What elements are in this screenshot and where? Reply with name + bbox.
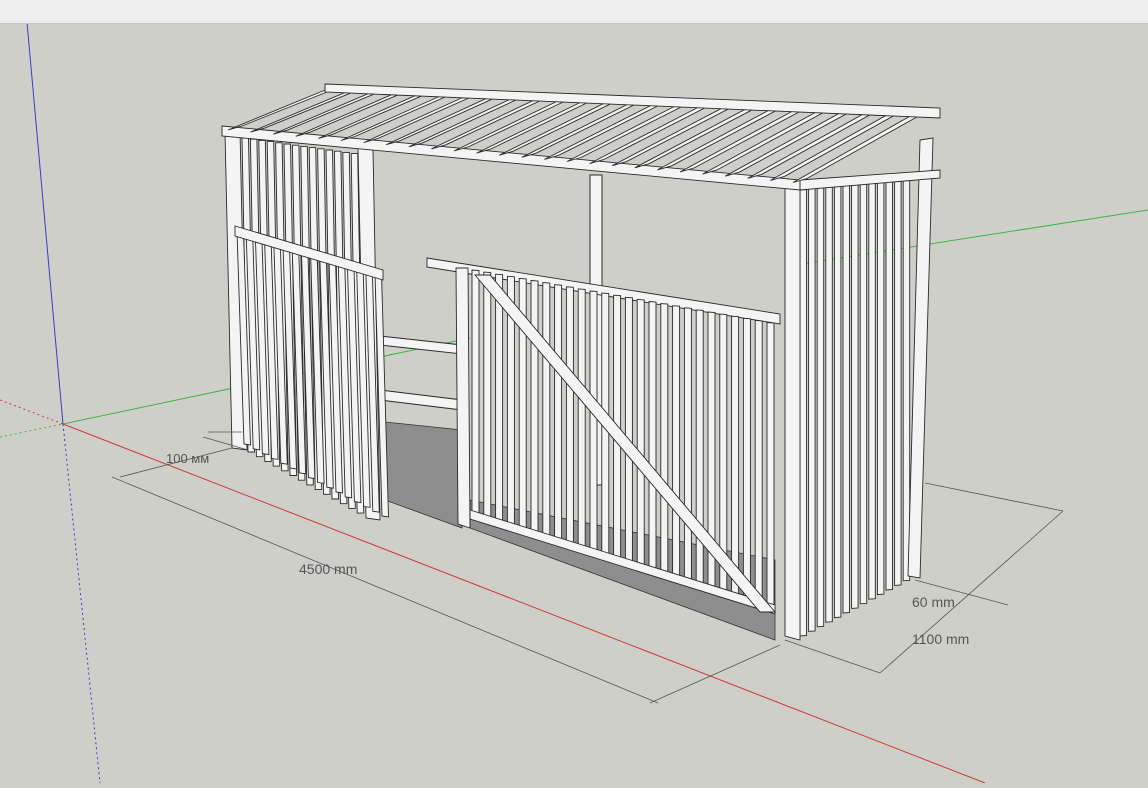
gate-slat [660, 303, 669, 574]
side-slat [833, 184, 842, 619]
dimension-label-depth: 1100 mm [912, 631, 969, 647]
toolbar-strip [0, 0, 1148, 24]
red-axis-hidden [0, 399, 64, 425]
roof-rib [566, 99, 697, 162]
roof-rib [657, 102, 791, 171]
gate-slat [530, 280, 539, 534]
blue-axis [24, 0, 64, 425]
roof-back-edge [324, 83, 941, 119]
gate-slat [471, 269, 480, 516]
roof-rib [521, 97, 649, 158]
roof-rib [544, 98, 673, 160]
side-slat [851, 182, 859, 609]
roof-rib [453, 94, 579, 152]
gate-slat [672, 305, 681, 578]
gate-slat [577, 288, 586, 549]
dimension-label-width: 4500 mm [299, 561, 357, 577]
right-gate[interactable] [426, 257, 781, 615]
axes [0, 0, 1148, 784]
side-slat [894, 176, 902, 586]
3d-viewport[interactable]: 4500 mm 1100 mm 60 mm 100 мм [0, 0, 1148, 784]
side-slat [808, 187, 816, 632]
roof-rib [499, 96, 626, 156]
right-front-post [784, 183, 801, 641]
gate-slat [483, 271, 492, 520]
gate-slat [754, 319, 763, 603]
right-wall [784, 137, 934, 641]
roof-rib [611, 100, 744, 167]
gate-slat [495, 273, 504, 524]
gate-slat [565, 286, 574, 545]
roof-rib [634, 101, 768, 169]
gate-slat [742, 317, 751, 599]
green-axis-hidden [0, 423, 64, 438]
gate-slat [648, 301, 657, 570]
roof-rib [589, 99, 720, 165]
side-slat [885, 178, 893, 591]
gate-hinge-post [455, 267, 471, 529]
gate-slat [636, 298, 645, 567]
side-slat [825, 185, 833, 623]
blue-axis-hidden [62, 423, 101, 784]
gate-slat [624, 296, 633, 563]
gate-slat [731, 315, 740, 596]
gate-slat [589, 290, 598, 552]
gate-slat [554, 284, 563, 542]
gate-slat [683, 307, 692, 581]
gate-slat [766, 322, 775, 606]
side-slat [876, 179, 885, 596]
side-slat [859, 181, 868, 605]
gate-slat [542, 282, 551, 538]
side-slat [816, 186, 825, 628]
side-slat [902, 175, 911, 582]
right-back-post [907, 137, 934, 579]
side-slat [799, 189, 807, 637]
roof-rib [431, 93, 555, 150]
dimension-label-gap: 100 мм [166, 451, 209, 466]
side-slat [842, 183, 850, 614]
dimension-label-post: 60 mm [912, 594, 955, 610]
side-slat [868, 180, 876, 600]
roof-rib [476, 95, 602, 154]
